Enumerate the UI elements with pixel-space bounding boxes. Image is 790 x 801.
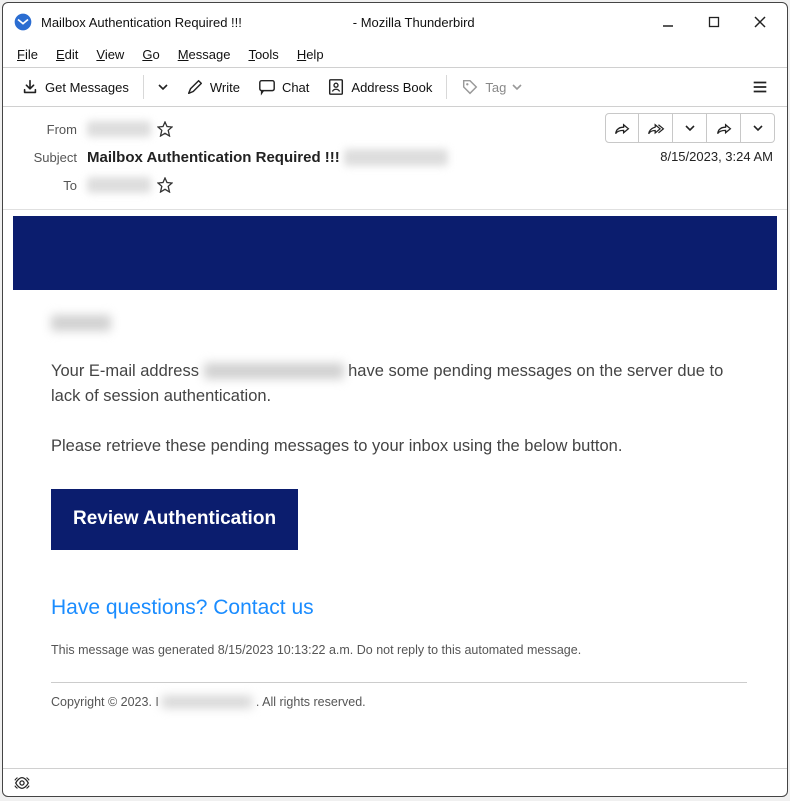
address-book-label: Address Book	[351, 80, 432, 95]
menu-edit[interactable]: Edit	[56, 47, 78, 62]
address-book-button[interactable]: Address Book	[319, 72, 440, 102]
menu-tools[interactable]: Tools	[248, 47, 278, 62]
review-authentication-button[interactable]: Review Authentication	[51, 489, 298, 550]
menu-view[interactable]: View	[96, 47, 124, 62]
p1a: Your E-mail address	[51, 362, 204, 380]
message-date: 8/15/2023, 3:24 AM	[660, 149, 773, 164]
toolbar: Get Messages Write Chat Address Book	[3, 67, 787, 107]
chevron-down-icon	[685, 123, 695, 133]
thunderbird-icon	[13, 12, 33, 32]
app-menu-button[interactable]	[743, 72, 777, 102]
copyright-a: Copyright © 2023. I	[51, 695, 159, 709]
app-window: Mailbox Authentication Required !!! - Mo…	[2, 2, 788, 797]
generated-notice: This message was generated 8/15/2023 10:…	[51, 641, 747, 660]
separator	[446, 75, 447, 99]
message-body: Your E-mail address have some pending me…	[3, 210, 787, 768]
copyright-redacted	[162, 696, 252, 708]
forward-button[interactable]	[707, 113, 741, 143]
tag-icon	[461, 78, 479, 96]
reply-toolbar	[605, 113, 775, 143]
from-label: From	[17, 122, 77, 137]
email-content: Your E-mail address have some pending me…	[13, 310, 777, 712]
subject-text: Mailbox Authentication Required !!!	[87, 149, 340, 166]
maximize-button[interactable]	[691, 5, 737, 39]
forward-icon	[716, 121, 732, 135]
menu-message[interactable]: Message	[178, 47, 231, 62]
pencil-icon	[186, 78, 204, 96]
menu-help[interactable]: Help	[297, 47, 324, 62]
title-redacted	[246, 15, 350, 30]
get-messages-label: Get Messages	[45, 80, 129, 95]
reply-all-dropdown[interactable]	[673, 113, 707, 143]
star-icon[interactable]	[157, 121, 173, 137]
remote-content-icon[interactable]	[13, 774, 31, 792]
body-paragraph-2: Please retrieve these pending messages t…	[51, 434, 747, 459]
chat-label: Chat	[282, 80, 309, 95]
close-button[interactable]	[737, 5, 783, 39]
menubar: File Edit View Go Message Tools Help	[3, 41, 787, 67]
menu-go[interactable]: Go	[142, 47, 159, 62]
more-actions-dropdown[interactable]	[741, 113, 775, 143]
reply-button[interactable]	[605, 113, 639, 143]
get-messages-button[interactable]: Get Messages	[13, 72, 137, 102]
menu-icon	[751, 78, 769, 96]
separator	[143, 75, 144, 99]
titlebar: Mailbox Authentication Required !!! - Mo…	[3, 3, 787, 41]
body-paragraph-1: Your E-mail address have some pending me…	[51, 359, 747, 409]
tag-label: Tag	[485, 80, 506, 95]
title-prefix: Mailbox Authentication Required !!!	[41, 15, 242, 30]
tag-button[interactable]: Tag	[453, 72, 530, 102]
get-messages-dropdown[interactable]	[150, 72, 176, 102]
menu-file[interactable]: File	[17, 47, 38, 62]
write-button[interactable]: Write	[178, 72, 248, 102]
email-banner	[13, 216, 777, 290]
greeting-redacted	[51, 315, 111, 331]
chevron-down-icon	[753, 123, 763, 133]
star-icon[interactable]	[157, 177, 173, 193]
to-value	[87, 177, 151, 193]
subject-redacted	[344, 149, 448, 166]
from-value	[87, 121, 151, 137]
title-suffix: - Mozilla Thunderbird	[353, 15, 475, 30]
reply-all-button[interactable]	[639, 113, 673, 143]
minimize-button[interactable]	[645, 5, 691, 39]
chevron-down-icon	[158, 82, 168, 92]
reply-icon	[614, 121, 630, 135]
subject-value: Mailbox Authentication Required !!!	[87, 149, 448, 166]
message-headers: From Subject Mailbox Authentication Requ…	[3, 107, 787, 210]
reply-all-icon	[647, 121, 665, 135]
copyright-b: . All rights reserved.	[256, 695, 366, 709]
window-title: Mailbox Authentication Required !!! - Mo…	[41, 15, 475, 30]
chevron-down-icon	[512, 82, 522, 92]
header-to-row: To	[17, 171, 773, 199]
copyright-line: Copyright © 2023. I . All rights reserve…	[51, 682, 747, 712]
write-label: Write	[210, 80, 240, 95]
address-book-icon	[327, 78, 345, 96]
download-icon	[21, 78, 39, 96]
subject-label: Subject	[17, 150, 77, 165]
to-label: To	[17, 178, 77, 193]
window-controls	[645, 5, 783, 39]
statusbar	[3, 768, 787, 796]
contact-us-link[interactable]: Have questions? Contact us	[51, 592, 747, 624]
chat-icon	[258, 78, 276, 96]
chat-button[interactable]: Chat	[250, 72, 317, 102]
email-redacted	[204, 363, 344, 379]
